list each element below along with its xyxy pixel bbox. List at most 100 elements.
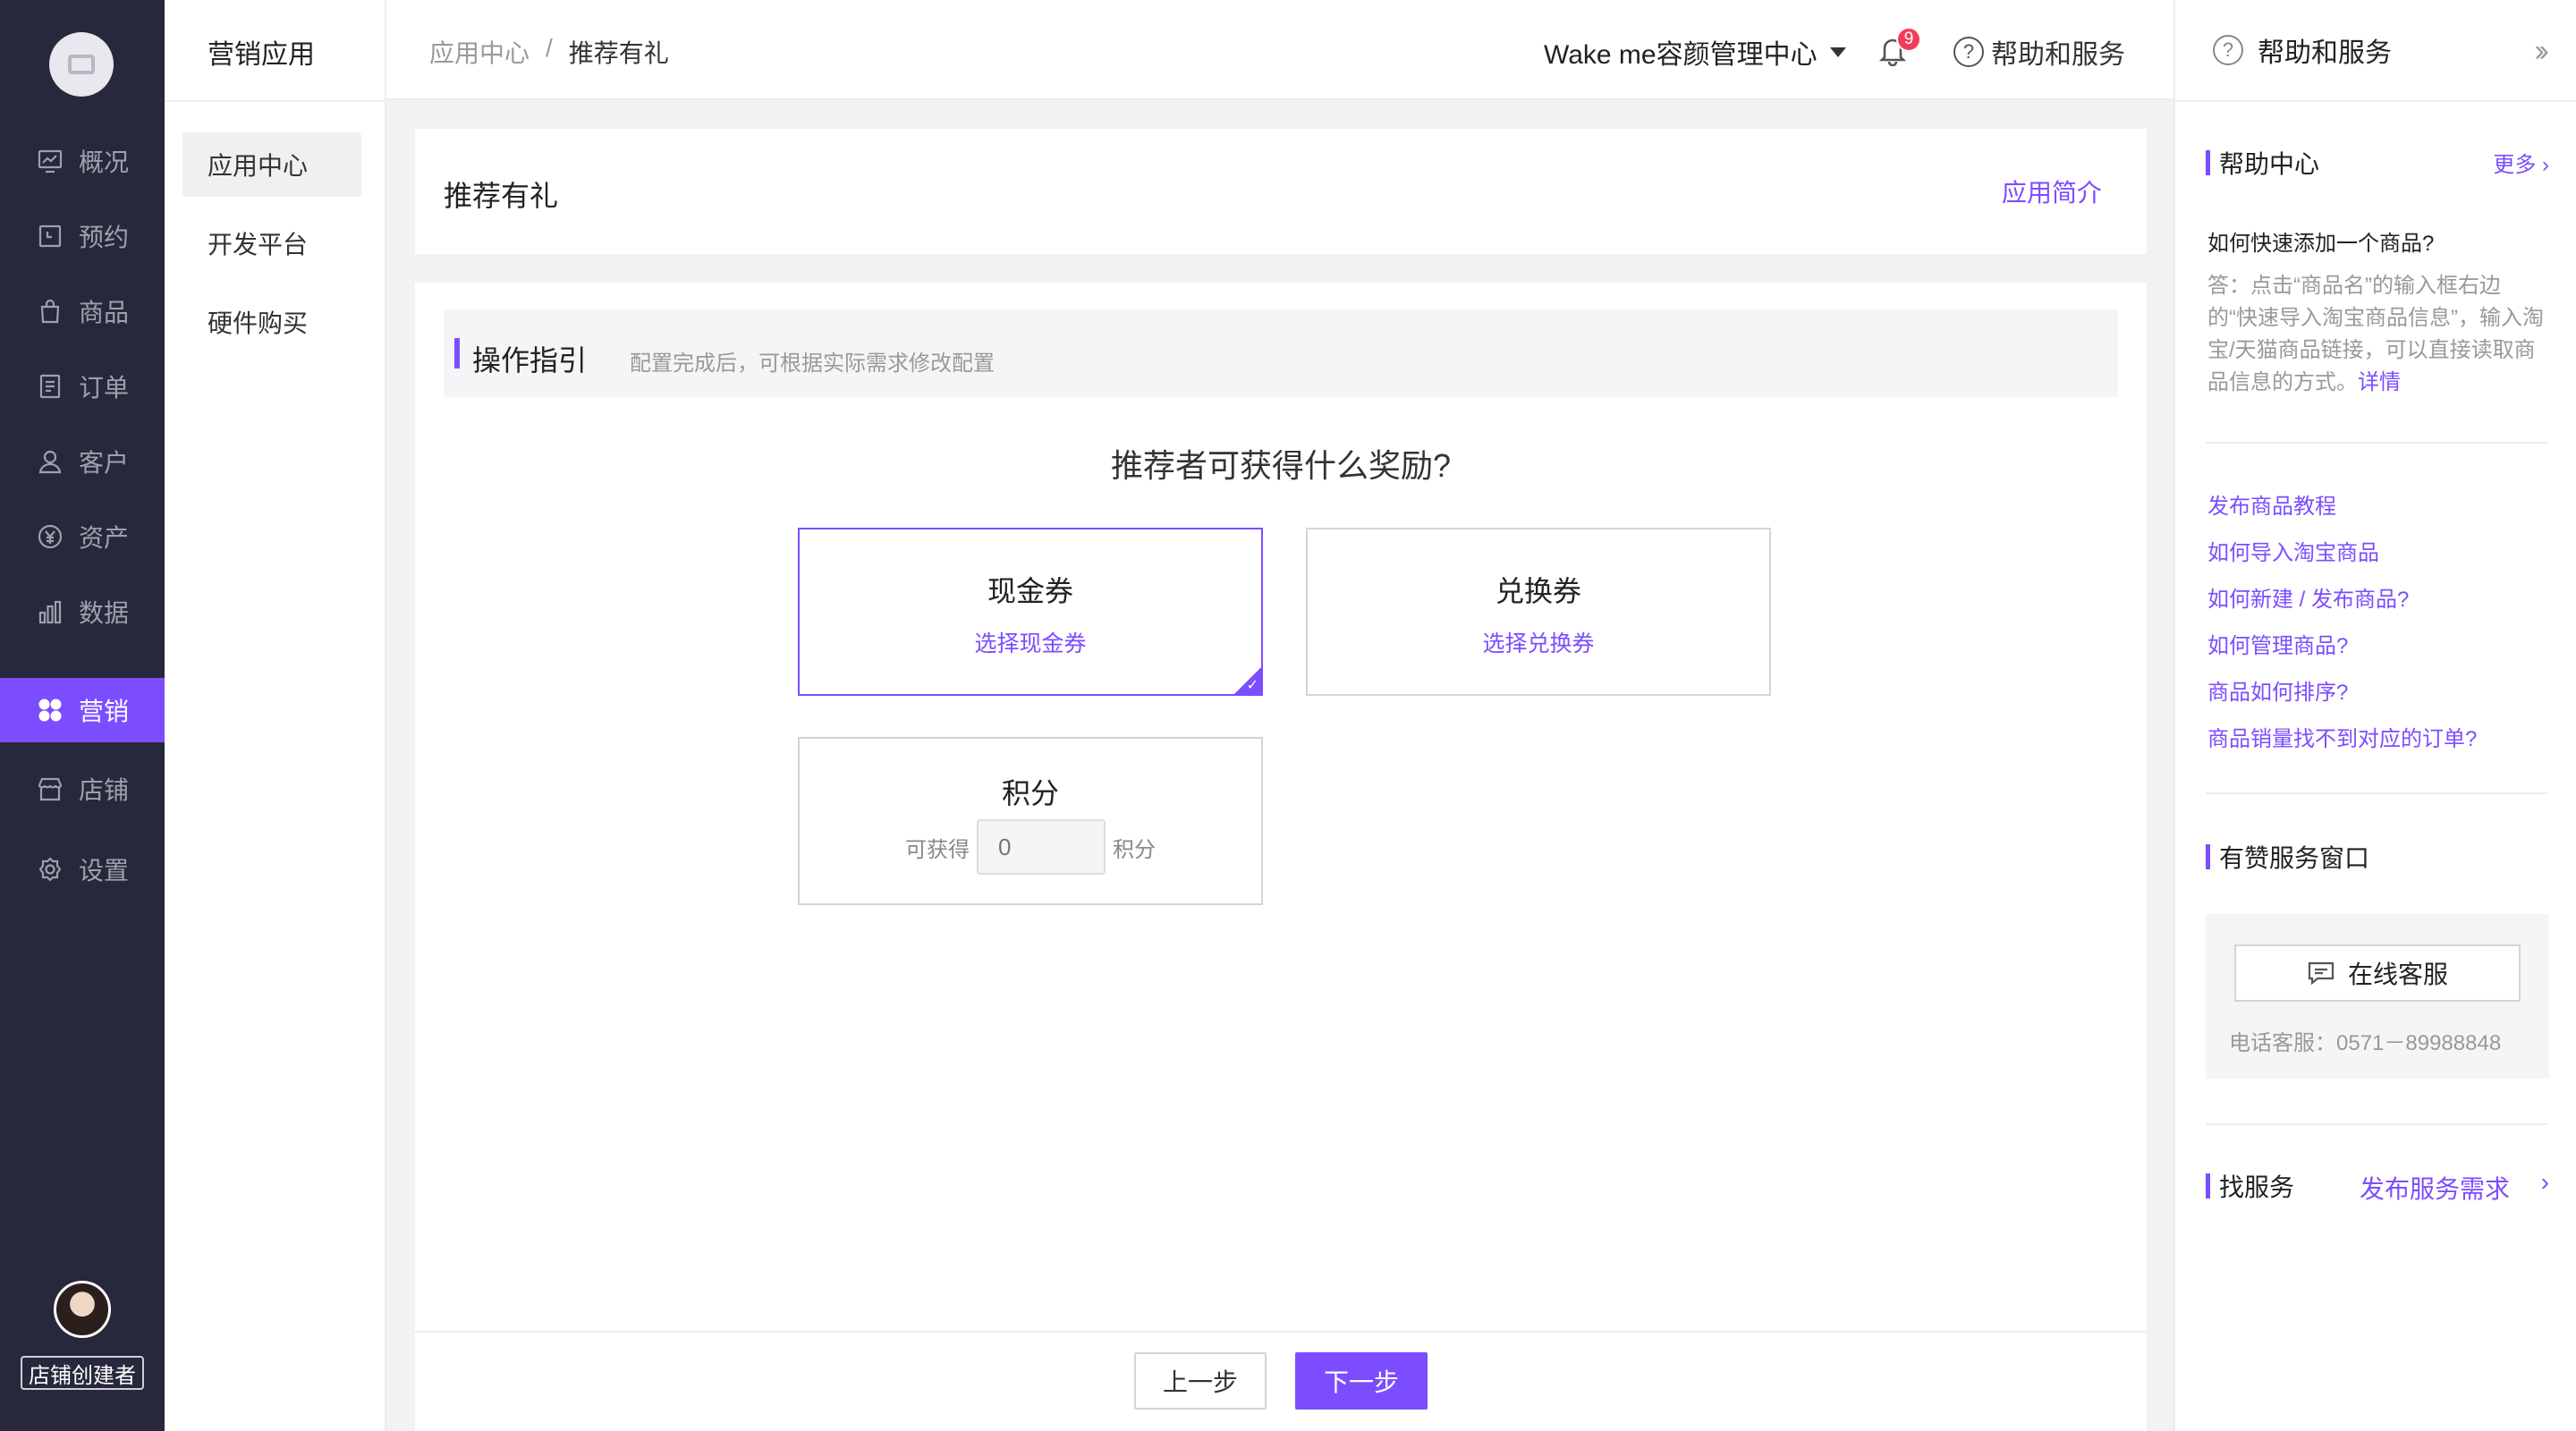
nav-item-data[interactable]: 数据 bbox=[0, 580, 165, 644]
collapse-panel-icon[interactable]: ›› bbox=[2534, 34, 2548, 69]
subnav-item-app-center[interactable]: 应用中心 bbox=[182, 132, 361, 197]
faq-answer: 答：点击“商品名”的输入框右边的“快速导入淘宝商品信息”，输入淘宝/天猫商品链接… bbox=[2207, 270, 2547, 399]
nav-item-label: 营销 bbox=[79, 698, 130, 725]
guide-bar: 操作指引 配置完成后，可根据实际需求修改配置 bbox=[444, 309, 2118, 397]
faq-detail-link[interactable]: 详情 bbox=[2358, 370, 2401, 394]
post-service-request-link[interactable]: 发布服务需求 bbox=[2360, 1170, 2510, 1206]
nav-item-booking[interactable]: 预约 bbox=[0, 204, 165, 268]
help-label: 帮助和服务 bbox=[1991, 40, 2125, 70]
nav-item-store[interactable]: 店铺 bbox=[0, 757, 165, 821]
nav-item-label: 预约 bbox=[79, 224, 130, 251]
chevron-right-icon[interactable]: › bbox=[2541, 1168, 2549, 1197]
main-sidebar: 概况 预约 商品 订单 客户 资产 数据 营销 店铺 设置 店铺创建者 bbox=[0, 0, 165, 1431]
page-title: 推荐有礼 bbox=[444, 180, 559, 212]
nav-item-marketing[interactable]: 营销 bbox=[0, 678, 165, 742]
marketing-grid-icon bbox=[36, 696, 64, 724]
page-title-card: 推荐有礼 应用简介 bbox=[415, 129, 2147, 254]
help-panel-divider bbox=[2175, 100, 2576, 102]
service-window-box: 在线客服 电话客服：0571－89988848 bbox=[2206, 914, 2549, 1079]
nav-item-assets[interactable]: 资产 bbox=[0, 504, 165, 569]
prev-step-button[interactable]: 上一步 bbox=[1134, 1352, 1267, 1410]
shop-name: Wake me容颜管理中心 bbox=[1544, 40, 1818, 70]
gear-icon bbox=[36, 855, 64, 884]
store-logo-icon bbox=[68, 55, 95, 74]
option-exchange-coupon[interactable]: 兑换券 选择兑换券 bbox=[1306, 528, 1771, 696]
subnav-item-dev-platform[interactable]: 开发平台 bbox=[182, 211, 361, 275]
nav-item-label: 数据 bbox=[79, 599, 130, 627]
help-panel-title: 帮助和服务 bbox=[2258, 38, 2392, 68]
user-avatar[interactable] bbox=[54, 1281, 111, 1338]
breadcrumb: 应用中心 / 推荐有礼 bbox=[429, 34, 669, 70]
help-panel: ? 帮助和服务 ›› 帮助中心 更多 › 如何快速添加一个商品? 答：点击“商品… bbox=[2174, 0, 2576, 1431]
help-link[interactable]: 发布商品教程 bbox=[2207, 488, 2336, 520]
help-center-title: 帮助中心 bbox=[2206, 145, 2319, 181]
points-row: 可获得 积分 bbox=[800, 819, 1261, 875]
option-cash-coupon[interactable]: 现金券 选择现金券 ✓ bbox=[798, 528, 1263, 696]
order-list-icon bbox=[36, 372, 64, 401]
nav-item-label: 客户 bbox=[79, 449, 130, 477]
nav-item-products[interactable]: 商品 bbox=[0, 279, 165, 343]
bar-chart-icon bbox=[36, 597, 64, 626]
subnav-title: 营销应用 bbox=[208, 40, 315, 70]
nav-item-orders[interactable]: 订单 bbox=[0, 354, 165, 419]
guide-subtitle: 配置完成后，可根据实际需求修改配置 bbox=[630, 351, 995, 376]
check-icon: ✓ bbox=[1246, 678, 1258, 693]
select-exchange-coupon-link[interactable]: 选择兑换券 bbox=[1308, 626, 1769, 658]
online-support-label: 在线客服 bbox=[2347, 961, 2448, 988]
guide-title: 操作指引 bbox=[472, 344, 588, 377]
role-badge: 店铺创建者 bbox=[21, 1356, 144, 1390]
chat-icon bbox=[2308, 961, 2334, 986]
caret-down-icon bbox=[1829, 47, 1846, 57]
find-service-title: 找服务 bbox=[2206, 1168, 2294, 1204]
footer-divider bbox=[415, 1331, 2147, 1333]
option-points[interactable]: 积分 可获得 积分 bbox=[798, 737, 1263, 905]
help-service-link[interactable]: ? 帮助和服务 bbox=[1953, 32, 2125, 72]
nav-item-customers[interactable]: 客户 bbox=[0, 429, 165, 494]
online-support-button[interactable]: 在线客服 bbox=[2234, 944, 2521, 1002]
more-link[interactable]: 更多 › bbox=[2493, 147, 2549, 178]
notification-badge: 9 bbox=[1896, 27, 1921, 52]
app-intro-link[interactable]: 应用简介 bbox=[2002, 174, 2102, 209]
breadcrumb-separator: / bbox=[546, 34, 553, 62]
nav-item-label: 概况 bbox=[79, 148, 130, 176]
more-label: 更多 bbox=[2493, 153, 2537, 177]
secondary-sidebar: 营销应用 应用中心 开发平台 硬件购买 bbox=[165, 0, 386, 1431]
nav-item-settings[interactable]: 设置 bbox=[0, 837, 165, 902]
help-link[interactable]: 如何新建 / 发布商品? bbox=[2207, 581, 2409, 613]
top-header: 应用中心 / 推荐有礼 Wake me容颜管理中心 9 ? 帮助和服务 bbox=[386, 0, 2174, 100]
nav-item-label: 订单 bbox=[79, 374, 130, 402]
question-circle-icon: ? bbox=[1953, 37, 1984, 67]
breadcrumb-app-center[interactable]: 应用中心 bbox=[429, 34, 530, 70]
question-circle-icon: ? bbox=[2213, 35, 2243, 65]
nav-item-label: 资产 bbox=[79, 524, 130, 552]
yuan-coin-icon bbox=[36, 522, 64, 551]
phone-support: 电话客服：0571－89988848 bbox=[2229, 1031, 2502, 1055]
help-panel-header: ? 帮助和服务 bbox=[2213, 30, 2392, 70]
calendar-icon bbox=[36, 222, 64, 250]
help-link[interactable]: 如何管理商品? bbox=[2207, 628, 2348, 659]
breadcrumb-current: 推荐有礼 bbox=[568, 39, 669, 67]
help-link[interactable]: 商品销量找不到对应的订单? bbox=[2207, 721, 2477, 752]
store-icon bbox=[36, 775, 64, 803]
nav-item-overview[interactable]: 概况 bbox=[0, 129, 165, 193]
nav-item-label: 商品 bbox=[79, 299, 130, 326]
config-card: 操作指引 配置完成后，可根据实际需求修改配置 推荐者可获得什么奖励? 现金券 选… bbox=[415, 283, 2147, 1431]
next-step-button[interactable]: 下一步 bbox=[1295, 1352, 1428, 1410]
help-link[interactable]: 商品如何排序? bbox=[2207, 674, 2348, 706]
nav-item-label: 店铺 bbox=[79, 776, 130, 804]
help-link[interactable]: 如何导入淘宝商品 bbox=[2207, 535, 2379, 566]
divider bbox=[2206, 1123, 2547, 1125]
subnav-divider bbox=[165, 100, 386, 102]
select-cash-coupon-link[interactable]: 选择现金券 bbox=[800, 626, 1261, 658]
nav-item-label: 设置 bbox=[79, 857, 130, 885]
user-icon bbox=[36, 447, 64, 476]
divider bbox=[2206, 792, 2547, 794]
guide-accent-mark bbox=[454, 338, 460, 368]
shop-selector[interactable]: Wake me容颜管理中心 bbox=[1544, 32, 1846, 72]
reward-question: 推荐者可获得什么奖励? bbox=[1110, 447, 1452, 484]
points-input[interactable] bbox=[977, 819, 1106, 875]
subnav-item-hardware[interactable]: 硬件购买 bbox=[182, 290, 361, 354]
points-suffix: 积分 bbox=[1113, 837, 1156, 862]
store-logo[interactable] bbox=[49, 32, 114, 97]
points-prefix: 可获得 bbox=[905, 837, 970, 862]
